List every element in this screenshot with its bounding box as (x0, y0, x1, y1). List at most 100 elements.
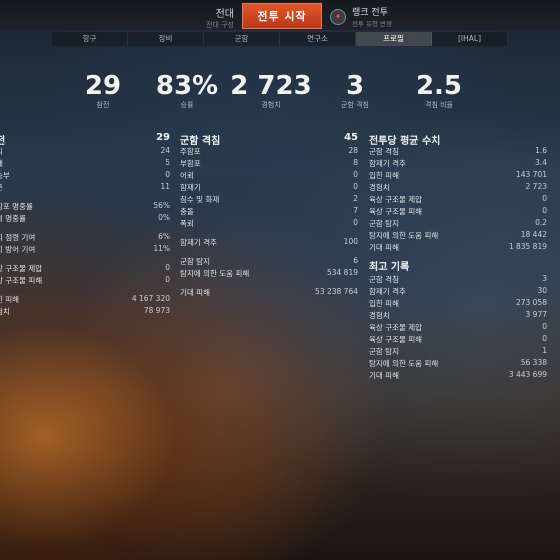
row-spacer (0, 287, 170, 294)
stat-value: 30 (537, 286, 547, 295)
stat-label: 탐지에 의한 도움 피해 (369, 359, 439, 368)
stat-row: 함재기 격추 30 (369, 286, 547, 298)
stat-row: 침수 및 화재 2 (180, 194, 358, 206)
summary-stat-value: 2 723 (230, 71, 312, 101)
stat-value: 1 835 819 (508, 242, 547, 251)
stat-row: 상 구조물 피해 0 (0, 275, 170, 287)
stat-label: 함재기 격추 (369, 159, 406, 168)
mode-subtitle: 전대 구성 (206, 21, 234, 29)
summary-stat: 2.5 격침 비율 (394, 72, 484, 110)
stat-label: 탐지에 의한 도움 피해 (180, 269, 250, 278)
stat-value: 0 (353, 218, 358, 227)
stat-value: 6 (353, 256, 358, 265)
stat-value: 78 973 (143, 306, 170, 315)
battle-start-button[interactable]: 전투 시작 (242, 3, 322, 29)
mode-selector[interactable]: 전대 전대 구성 (192, 5, 234, 30)
stat-row: 어뢰 0 (180, 170, 358, 182)
stat-label: 육상 구조물 제압 (369, 323, 423, 332)
summary-stat-label: 승률 (180, 101, 194, 109)
stat-label: 뢰 명중률 (0, 214, 26, 223)
stat-value: 2 (353, 194, 358, 203)
stat-value: 0 (542, 334, 547, 343)
stat-value: 1 (542, 346, 547, 355)
row-spacer (180, 230, 358, 237)
tab-5[interactable]: [IHAL] (432, 32, 508, 46)
stat-label: 상 구조물 제압 (0, 264, 43, 273)
stat-row: 경험치 2 723 (369, 182, 547, 194)
stat-label: 힌 피해 (0, 295, 20, 304)
stat-value: 8 (353, 158, 358, 167)
stat-label: 침수 및 화재 (180, 195, 220, 204)
stat-row: 주함포 28 (180, 146, 358, 158)
summary-stat-value: 29 (84, 71, 122, 101)
stat-value: 5 (165, 158, 170, 167)
stat-label: 험치 (0, 307, 10, 316)
stat-row: 기대 피해 1 835 819 (369, 242, 547, 254)
tab-1[interactable]: 장비 (128, 32, 204, 46)
tab-4[interactable]: 프로필 (356, 32, 432, 46)
stat-label: 군함 탐지 (180, 257, 210, 266)
stat-label: 폭뢰 (180, 219, 194, 228)
row-spacer (0, 256, 170, 263)
stat-value: 534 819 (326, 268, 358, 277)
tab-2[interactable]: 군함 (204, 32, 280, 46)
stat-label: 지 방어 기여 (0, 245, 36, 254)
stat-label: 기대 피해 (369, 243, 399, 252)
stat-value: 24 (160, 146, 170, 155)
stat-value: 100 (343, 237, 358, 246)
stat-row: 힌 피해 4 167 320 (0, 294, 170, 306)
battle-type-selector[interactable]: ✦ 랭크 전투 전투 유형 변경 (330, 5, 392, 28)
stat-row: 지 방어 기여 11% (0, 244, 170, 256)
stat-label: 주함포 (180, 147, 201, 156)
stat-value: 2 723 (525, 182, 547, 191)
battle-type-title: 랭크 전투 (352, 8, 388, 18)
stat-label: 함재기 (180, 183, 201, 192)
summary-stat: 83% 승률 (142, 72, 232, 110)
stat-label: 승부 (0, 171, 10, 180)
stat-value: 6% (158, 232, 170, 241)
general-stats-column: 전 29 리24배5승부0존11함포 명중률56%뢰 명중률0%지 점령 기여6… (0, 132, 170, 318)
stat-value: 56 338 (520, 358, 547, 367)
row-spacer (180, 249, 358, 256)
summary-stat-label: 격침 비율 (425, 101, 453, 109)
stat-row: 육상 구조물 제압 0 (369, 194, 547, 206)
summary-stat-value: 3 (345, 71, 365, 101)
stat-row: 탐지에 의한 도움 피해 56 338 (369, 358, 547, 370)
stat-label: 경험치 (369, 183, 390, 192)
tab-3[interactable]: 연구소 (280, 32, 356, 46)
stat-row: 육상 구조물 제압 0 (369, 322, 547, 334)
stat-row: 함재기 격추 3.4 (369, 158, 547, 170)
stat-row: 군함 탐지 6 (180, 256, 358, 268)
stat-row: 기대 피해 53 238 764 (180, 287, 358, 299)
kills-title: 군함 격침 45 (180, 132, 358, 147)
stat-row: 상 구조물 제압 0 (0, 263, 170, 275)
summary-stat-value: 83% (155, 71, 219, 101)
stat-label: 충돌 (180, 207, 194, 216)
stat-value: 11 (160, 182, 170, 191)
stat-value: 53 238 764 (315, 287, 358, 296)
top-bar: 전대 전대 구성 전투 시작 ✦ 랭크 전투 전투 유형 변경 (0, 0, 560, 30)
tab-0[interactable]: 항구 (52, 32, 128, 46)
stat-label: 부함포 (180, 159, 201, 168)
kills-total: 45 (344, 132, 358, 143)
summary-stat-label: 군함 격침 (341, 101, 369, 109)
stat-row: 탐지에 의한 도움 피해 18 442 (369, 230, 547, 242)
stat-label: 존 (0, 182, 3, 193)
stat-value: 0 (165, 275, 170, 284)
stat-label: 군함 탐지 (369, 219, 399, 228)
stat-value: 11% (153, 244, 170, 253)
stat-value: 3 977 (525, 310, 547, 319)
kills-column: 군함 격침 45 주함포 28 부함포 8 어뢰 0 함재기 0 침수 및 화재 2 충돌 7 폭뢰 0 함… (180, 132, 358, 299)
stat-value: 0.2 (535, 218, 547, 227)
stat-value: 0 (165, 263, 170, 272)
stat-value: 0 (353, 170, 358, 179)
stat-label: 함재기 격추 (180, 238, 217, 247)
battle-type-subtitle: 전투 유형 변경 (352, 20, 393, 28)
stat-row: 경험치 3 977 (369, 310, 547, 322)
stat-row: 승부 0 (0, 170, 170, 182)
stat-value: 7 (353, 206, 358, 215)
stat-row: 군함 탐지 1 (369, 346, 547, 358)
stat-label: 기대 피해 (180, 288, 210, 297)
stat-row: 충돌 7 (180, 206, 358, 218)
stat-label: 함포 명중률 (0, 202, 33, 211)
